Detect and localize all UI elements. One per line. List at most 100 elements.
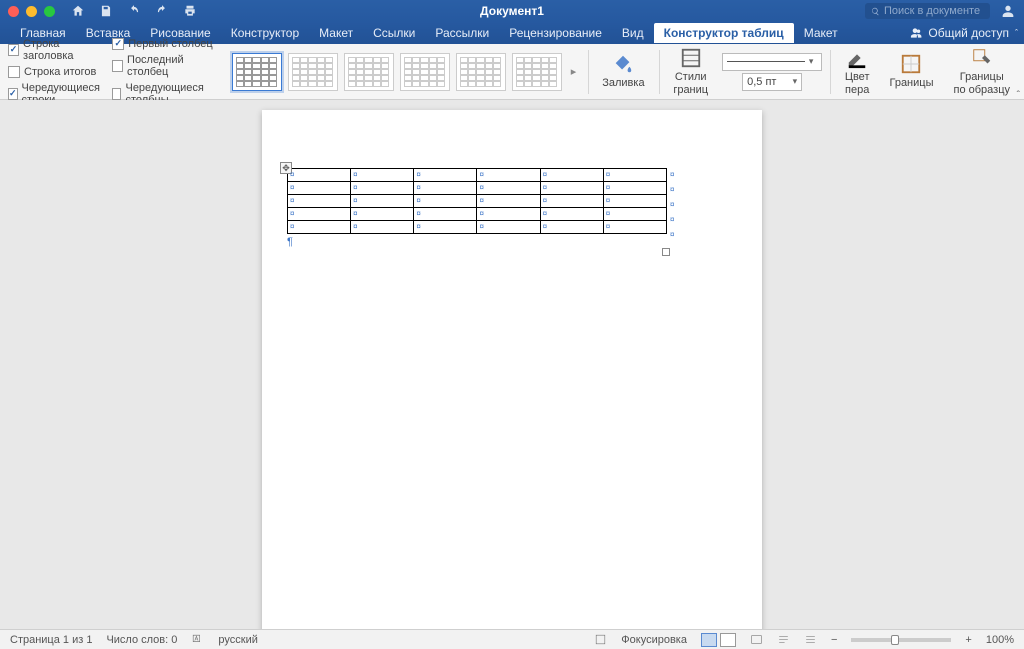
separator (588, 50, 589, 94)
document-table[interactable]: ¤¤¤¤¤¤¤¤¤¤¤¤¤¤¤¤¤¤¤¤¤¤¤¤¤¤¤¤¤¤ (287, 168, 667, 234)
redo-icon[interactable] (155, 4, 169, 18)
shading-button[interactable]: Заливка (596, 51, 650, 91)
view-icon-1[interactable] (750, 633, 763, 646)
zoom-out-button[interactable]: − (831, 634, 837, 646)
minimize-window-button[interactable] (26, 6, 37, 17)
maximize-window-button[interactable] (44, 6, 55, 17)
table-style-1[interactable] (232, 53, 282, 91)
table-cell[interactable]: ¤ (414, 182, 477, 195)
table-cell[interactable]: ¤ (540, 208, 603, 221)
table-cell[interactable]: ¤ (288, 182, 351, 195)
tab-review[interactable]: Рецензирование (499, 23, 612, 43)
close-window-button[interactable] (8, 6, 19, 17)
view-print-layout[interactable] (701, 633, 717, 647)
checkbox-first-column[interactable]: ✓Первый столбец (112, 38, 215, 50)
tab-layout[interactable]: Макет (309, 23, 363, 43)
pen-color-button[interactable]: Цвет пера (839, 45, 876, 97)
undo-icon[interactable] (127, 4, 141, 18)
line-weight-selector[interactable]: 0,5 пт▾ (742, 73, 802, 91)
table-cell[interactable]: ¤ (603, 169, 666, 182)
table-cell[interactable]: ¤ (603, 195, 666, 208)
row-end-mark: ¤ (670, 215, 674, 224)
table-resize-handle[interactable] (662, 248, 670, 256)
table-cell[interactable]: ¤ (414, 195, 477, 208)
table-cell[interactable]: ¤ (477, 169, 540, 182)
border-styles-button[interactable]: Стили границ (667, 45, 714, 97)
user-icon[interactable] (1000, 3, 1016, 19)
tab-design[interactable]: Конструктор (221, 23, 309, 43)
table-cell[interactable]: ¤ (477, 195, 540, 208)
checkbox-header-row[interactable]: ✓Строка заголовка (8, 38, 104, 62)
row-end-mark: ¤ (670, 170, 674, 179)
table-cell[interactable]: ¤ (351, 169, 414, 182)
view-icon-3[interactable] (804, 633, 817, 646)
table-style-options-left: ✓Строка заголовка Строка итогов ✓Чередую… (8, 38, 104, 106)
search-input[interactable] (884, 5, 984, 17)
status-language[interactable]: русский (218, 634, 257, 646)
gallery-more-icon[interactable]: ▸ (568, 53, 580, 91)
table-cell[interactable]: ¤ (288, 208, 351, 221)
search-box[interactable] (865, 3, 990, 19)
chevron-up-icon: ˆ (1015, 28, 1018, 38)
borders-button[interactable]: Границы (883, 51, 939, 91)
tab-table-layout[interactable]: Макет (794, 23, 848, 43)
checkbox-last-column[interactable]: Последний столбец (112, 54, 215, 78)
line-style-selector[interactable]: ▾ (722, 53, 822, 71)
table-cell[interactable]: ¤ (477, 182, 540, 195)
table-cell[interactable]: ¤ (603, 221, 666, 234)
table-style-options-right: ✓Первый столбец Последний столбец Череду… (112, 38, 215, 106)
table-cell[interactable]: ¤ (414, 221, 477, 234)
table-style-4[interactable] (400, 53, 450, 91)
table-cell[interactable]: ¤ (540, 195, 603, 208)
table-cell[interactable]: ¤ (477, 221, 540, 234)
table-style-6[interactable] (512, 53, 562, 91)
table-cell[interactable]: ¤ (288, 221, 351, 234)
spellcheck-icon[interactable] (191, 633, 204, 646)
save-icon[interactable] (99, 4, 113, 18)
tab-mailings[interactable]: Рассылки (425, 23, 499, 43)
border-styles-icon (680, 47, 702, 69)
table-cell[interactable]: ¤ (288, 195, 351, 208)
table-cell[interactable]: ¤ (603, 182, 666, 195)
tab-references[interactable]: Ссылки (363, 23, 425, 43)
table-cell[interactable]: ¤ (603, 208, 666, 221)
table-cell[interactable]: ¤ (351, 182, 414, 195)
tab-table-design[interactable]: Конструктор таблиц (654, 23, 794, 43)
table-cell[interactable]: ¤ (351, 208, 414, 221)
document-page[interactable]: ✥ ¤¤¤¤¤¤¤¤¤¤¤¤¤¤¤¤¤¤¤¤¤¤¤¤¤¤¤¤¤¤ ¤¤¤¤¤ ¶ (262, 110, 762, 629)
table-style-5[interactable] (456, 53, 506, 91)
table-cell[interactable]: ¤ (540, 182, 603, 195)
checkbox-total-row[interactable]: Строка итогов (8, 66, 104, 78)
print-icon[interactable] (183, 4, 197, 18)
share-button[interactable]: Общий доступ ˆ (908, 26, 1024, 40)
table-cell[interactable]: ¤ (414, 169, 477, 182)
row-end-mark: ¤ (670, 230, 674, 239)
table-cell[interactable]: ¤ (288, 169, 351, 182)
zoom-slider[interactable] (851, 638, 951, 642)
quick-access-toolbar (71, 4, 197, 18)
line-style-group: ▾ 0,5 пт▾ (722, 53, 822, 91)
table-cell[interactable]: ¤ (477, 208, 540, 221)
tab-view[interactable]: Вид (612, 23, 654, 43)
view-web-layout[interactable] (720, 633, 736, 647)
row-end-mark: ¤ (670, 185, 674, 194)
border-painter-button[interactable]: Границы по образцу (947, 45, 1016, 97)
status-focus[interactable]: Фокусировка (621, 634, 687, 646)
zoom-in-button[interactable]: + (965, 634, 971, 646)
row-end-mark: ¤ (670, 200, 674, 209)
zoom-slider-knob[interactable] (891, 635, 899, 645)
view-icon-2[interactable] (777, 633, 790, 646)
table-style-2[interactable] (288, 53, 338, 91)
table-cell[interactable]: ¤ (351, 221, 414, 234)
separator (830, 50, 831, 94)
table-cell[interactable]: ¤ (540, 221, 603, 234)
table-cell[interactable]: ¤ (414, 208, 477, 221)
home-icon[interactable] (71, 4, 85, 18)
status-bar: Страница 1 из 1 Число слов: 0 русский Фо… (0, 629, 1024, 649)
table-cell[interactable]: ¤ (540, 169, 603, 182)
table-cell[interactable]: ¤ (351, 195, 414, 208)
status-word-count[interactable]: Число слов: 0 (106, 634, 177, 646)
table-style-3[interactable] (344, 53, 394, 91)
status-page[interactable]: Страница 1 из 1 (10, 634, 92, 646)
zoom-level[interactable]: 100% (986, 634, 1014, 646)
